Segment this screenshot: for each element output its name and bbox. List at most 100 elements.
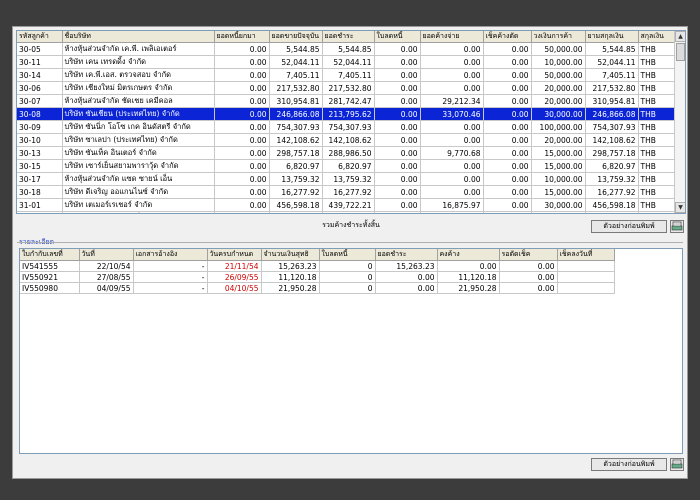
detail-column-header[interactable]: คงค้าง: [437, 249, 500, 261]
customer-row[interactable]: 30-05 ห้างหุ้นส่วนจำกัด เค.พี. เพลิเอเตอร…: [17, 42, 677, 56]
invoice-detail-grid[interactable]: ใบกำกับเลขที่ วันที่ เอกสารอ้างอิง วันครบกำ…: [19, 248, 683, 454]
customer-cell: THB: [638, 159, 677, 173]
customer-cell: 0.00: [214, 68, 270, 82]
customer-cell: 30-18: [17, 185, 63, 199]
customer-cell: THB: [638, 133, 677, 147]
customer-cell: 0.00: [483, 185, 532, 199]
invoice-cell: 0: [319, 260, 376, 272]
detail-column-header[interactable]: รอตัดเช็ค: [499, 249, 558, 261]
customer-row[interactable]: 31-02บริษัท แทรนด้า จิวเวลรี่ จำกัด (มหา…: [17, 211, 677, 213]
customer-cell: 754,307.93: [322, 120, 375, 134]
customer-cell: 0.00: [214, 146, 270, 160]
customer-column-header[interactable]: ใบลดหนี้: [374, 31, 421, 43]
customer-cell: บริษัท เซาร์เย็นสยามพาราวุ้ด จำกัด: [62, 159, 215, 173]
detail-column-header[interactable]: วันที่: [79, 249, 134, 261]
customer-cell: 0.00: [483, 172, 532, 186]
customer-cell: 246,866.08: [269, 107, 323, 121]
detail-header-row: ใบกำกับเลขที่ วันที่ เอกสารอ้างอิง วันครบกำ…: [20, 249, 615, 261]
customer-row[interactable]: 31-01 บริษัท เตเมอร์เรเชอร์ จำกัด 0.00 456,…: [17, 198, 677, 212]
customer-row[interactable]: 30-10 บริษัท ซาเลปา (ประเทศไทย) จำกัด 0.00…: [17, 133, 677, 147]
print-preview-icon[interactable]: [670, 458, 684, 471]
customer-cell: 0.00: [374, 55, 421, 69]
customer-row[interactable]: 30-08 บริษัท ซันเชียน (ประเทศไทย) จำกัด 0.…: [17, 107, 677, 121]
detail-column-header[interactable]: จำนวนเงินสุทธิ: [261, 249, 320, 261]
scroll-up-icon[interactable]: ▲: [675, 31, 685, 42]
customer-grid-scrollbar[interactable]: ▲ ▼: [674, 31, 685, 213]
customer-cell: 213,795.62: [322, 107, 375, 121]
customer-column-header[interactable]: เช็คค้างตัด: [483, 31, 532, 43]
print-preview-button-bottom[interactable]: ตัวอย่างก่อนพิมพ์: [591, 458, 667, 471]
customer-cell: 0.00: [374, 81, 421, 95]
customer-cell: 754,307.93: [269, 120, 323, 134]
invoice-detail-table: ใบกำกับเลขที่ วันที่ เอกสารอ้างอิง วันครบกำ…: [20, 249, 615, 294]
customer-cell: 0.00: [214, 211, 270, 213]
customer-cell: 0.00: [374, 185, 421, 199]
customer-column-header[interactable]: ชื่อบริษัท: [62, 31, 215, 43]
customer-cell: บริษัท แทรนด้า จิวเวลรี่ จำกัด (มหาชน): [62, 211, 215, 213]
customer-row[interactable]: 30-18 บริษัท ดีเจริญ ออแกนไนซ์ จำกัด 0.00 1…: [17, 185, 677, 199]
customer-cell: บริษัท ซันเชียน (ประเทศไทย) จำกัด: [62, 107, 215, 121]
customer-cell: 16,277.92: [585, 185, 639, 199]
detail-column-header[interactable]: ยอดชำระ: [375, 249, 438, 261]
customer-row[interactable]: 30-14 บริษัท เค.พี.เอส. ตรวจสอบ จำกัด 0.00…: [17, 68, 677, 82]
customer-cell: THB: [638, 81, 677, 95]
scroll-thumb[interactable]: [676, 43, 685, 61]
customer-cell: 20,000.00: [531, 133, 586, 147]
customer-cell: 50,000.00: [531, 211, 586, 213]
customer-column-header[interactable]: วงเงินการค้า: [531, 31, 586, 43]
customer-row[interactable]: 30-15 บริษัท เซาร์เย็นสยามพาราวุ้ด จำกัด 0…: [17, 159, 677, 173]
customer-cell: 0.00: [420, 172, 484, 186]
customer-column-header[interactable]: รหัสลูกค้า: [17, 31, 63, 43]
detail-column-header[interactable]: เอกสารอ้างอิง: [133, 249, 208, 261]
customer-cell: 0.00: [483, 211, 532, 213]
customer-column-header[interactable]: ยามสกุลเงิน: [585, 31, 639, 43]
customer-row[interactable]: 30-11 บริษัท เคน เทรดดิ้ง จำกัด 0.00 52,044…: [17, 55, 677, 69]
invoice-cell: IV550980: [20, 282, 80, 294]
customer-row[interactable]: 30-06 บริษัท เชียงใหม่ มิตรเกษตร จำกัด 0.0…: [17, 81, 677, 95]
customer-cell: 0.00: [214, 107, 270, 121]
customer-cell: 0.00: [374, 211, 421, 213]
customer-cell: 15,000.00: [531, 185, 586, 199]
customer-cell: THB: [638, 172, 677, 186]
customer-cell: 0.00: [483, 198, 532, 212]
customer-cell: 0.00: [420, 159, 484, 173]
invoice-row[interactable]: IV541555 22/10/54-21/11/54 15,263.23 0 15,26…: [20, 260, 615, 272]
customer-row[interactable]: 30-17 ห้างหุ้นส่วนจำกัด แซด ซายน์ เอ็น 0.0…: [17, 172, 677, 186]
detail-column-header[interactable]: วันครบกำหนด: [207, 249, 262, 261]
customer-row[interactable]: 30-13 บริษัท ซันเท็ค อินเตอร์ จำกัด 0.00 29…: [17, 146, 677, 160]
customer-row[interactable]: 30-07 ห้างหุ้นส่วนจำกัด ชัดเชย เคมีคอล 0.0…: [17, 94, 677, 108]
print-preview-icon[interactable]: [670, 220, 684, 233]
customer-cell: บริษัท เตเมอร์เรเชอร์ จำกัด: [62, 198, 215, 212]
customer-grid[interactable]: รหัสลูกค้า ชื่อบริษัท ยอดหนี้ยกมา ยอดขายปัจ…: [16, 30, 686, 214]
customer-cell: 456,598.18: [269, 198, 323, 212]
customer-cell: 52,044.11: [322, 55, 375, 69]
scroll-down-icon[interactable]: ▼: [675, 202, 685, 213]
customer-cell: 52,044.11: [269, 55, 323, 69]
customer-cell: 30-15: [17, 159, 63, 173]
customer-column-header[interactable]: ยอดค้างจ่าย: [420, 31, 484, 43]
customer-cell: 142,108.62: [269, 133, 323, 147]
customer-cell: THB: [638, 42, 677, 56]
invoice-row[interactable]: IV550921 27/08/55-26/09/55 11,120.18 0 0.00 1…: [20, 271, 615, 283]
customer-cell: 10,000.00: [531, 55, 586, 69]
invoice-cell: 22/10/54: [79, 260, 134, 272]
customer-cell: 0.00: [483, 159, 532, 173]
customer-cell: THB: [638, 94, 677, 108]
customer-cell: 0.00: [374, 120, 421, 134]
detail-column-header[interactable]: เช็คลงวันที่: [557, 249, 615, 261]
customer-row[interactable]: 30-09 บริษัท ซันนิ่ก โอโซ เกค อินดัสตรี จ…: [17, 120, 677, 134]
customer-cell: 217,532.80: [585, 81, 639, 95]
customer-column-header[interactable]: ยอดหนี้ยกมา: [214, 31, 270, 43]
detail-column-header[interactable]: ใบลดหนี้: [319, 249, 376, 261]
customer-cell: 6,820.97: [585, 159, 639, 173]
customer-cell: THB: [638, 198, 677, 212]
customer-column-header[interactable]: สกุลเงิน: [638, 31, 677, 43]
customer-cell: 0.00: [374, 42, 421, 56]
invoice-row[interactable]: IV550980 04/09/55-04/10/55 21,950.28 0 0.00 2…: [20, 282, 615, 294]
customer-column-header[interactable]: ยอดชำระ: [322, 31, 375, 43]
customer-cell: 0.00: [374, 133, 421, 147]
invoice-cell: 21,950.28: [261, 282, 320, 294]
customer-column-header[interactable]: ยอดขายปัจจุบัน: [269, 31, 323, 43]
print-preview-button-top[interactable]: ตัวอย่างก่อนพิมพ์: [591, 220, 667, 233]
detail-column-header[interactable]: ใบกำกับเลขที่: [20, 249, 80, 261]
